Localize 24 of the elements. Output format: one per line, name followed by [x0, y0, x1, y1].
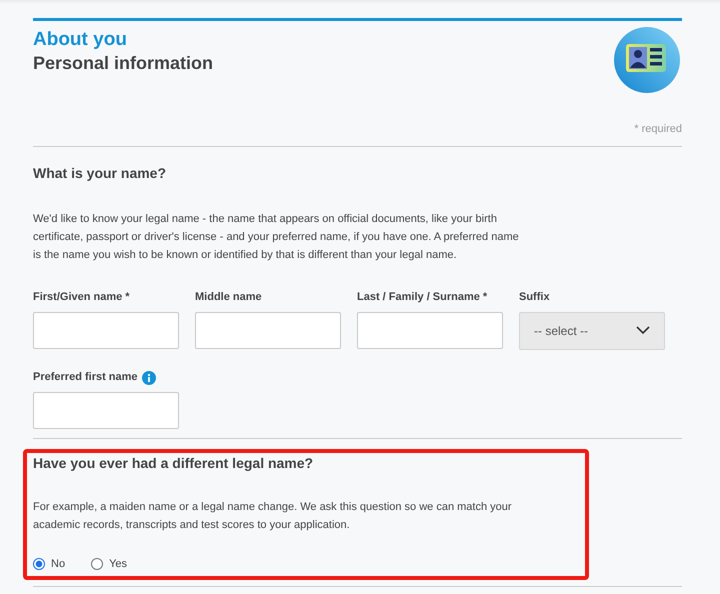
radio-label: No	[51, 556, 66, 572]
field-label: Preferred first name	[33, 370, 138, 386]
text-input[interactable]	[357, 312, 503, 348]
page-title: Personal information	[33, 52, 214, 75]
field-label: Suffix	[519, 290, 551, 306]
suffix-select[interactable]: -- select --	[519, 312, 665, 350]
info-icon[interactable]	[142, 370, 156, 384]
required-note: * required	[633, 122, 682, 137]
section-description: We'd like to know your legal name - the name that appears on official documents, like your birth certificate, passport or driver's license - and your preferred name, if you have one. A preferred name is the name you wish to be known or identified by that is different than your legal name.	[33, 212, 520, 262]
text-input[interactable]	[33, 312, 179, 348]
section-heading: What is your name?	[33, 164, 168, 183]
text-input[interactable]	[33, 392, 179, 428]
section-heading: Have you ever had a different legal name?	[33, 454, 314, 473]
id-card-icon	[614, 27, 680, 93]
field-label: Last / Family / Surname *	[357, 290, 488, 306]
section-description: For example, a maiden name or a legal name change. We ask this question so we can match your academic records, transcripts and test scores to your application.	[33, 500, 513, 532]
field-label: Middle name	[195, 290, 263, 306]
chevron-down-icon	[636, 326, 650, 335]
field-label: First/Given name *	[33, 290, 131, 306]
text-input[interactable]	[195, 312, 341, 348]
radio-label: Yes	[109, 556, 128, 572]
section-title: About you	[33, 29, 128, 51]
radio-button[interactable]	[33, 558, 45, 570]
radio-button[interactable]	[91, 558, 104, 570]
